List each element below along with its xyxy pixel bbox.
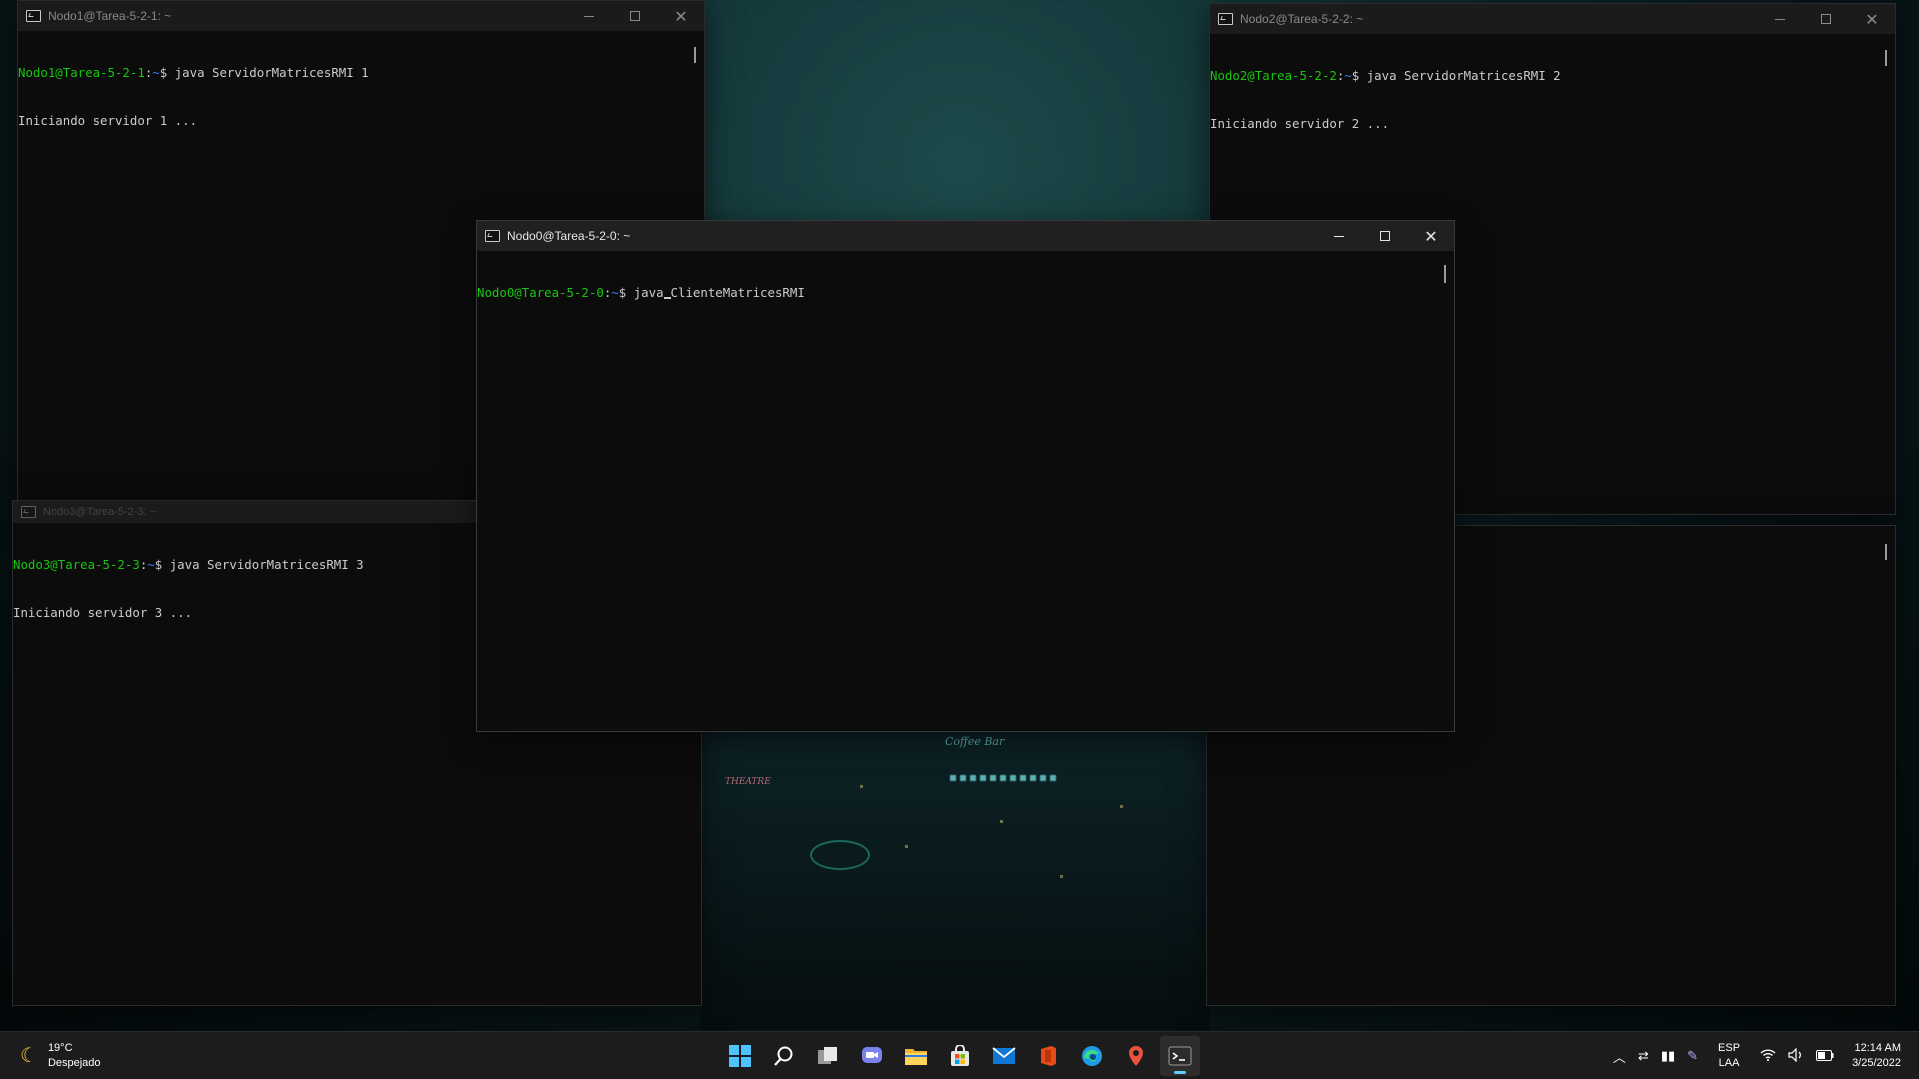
system-tray: ︿ ⇄ ▮▮ ✎ ESP LAA 12:14 AM 3/25/2022: [1607, 1032, 1919, 1079]
volume-icon[interactable]: [1788, 1047, 1804, 1065]
search-icon[interactable]: [764, 1036, 804, 1076]
minimize-button[interactable]: [1316, 221, 1362, 251]
maximize-button[interactable]: [612, 1, 658, 31]
prompt-path: ~: [147, 557, 155, 572]
output-line: Iniciando servidor 2 ...: [1210, 116, 1390, 131]
clock-date: 3/25/2022: [1852, 1057, 1901, 1069]
taskbar-apps: [720, 1032, 1200, 1079]
terminal-icon: [485, 230, 500, 242]
clock[interactable]: 12:14 AM 3/25/2022: [1852, 1041, 1901, 1071]
start-icon[interactable]: [720, 1036, 760, 1076]
window-title: Nodo2@Tarea-5-2-2: ~: [1240, 12, 1364, 26]
mail-icon[interactable]: [984, 1036, 1024, 1076]
pen-icon[interactable]: ✎: [1687, 1048, 1698, 1064]
command-text: java ServidorMatricesRMI 3: [169, 557, 364, 572]
command-text: java ServidorMatricesRMI 1: [174, 65, 369, 80]
window-title: Nodo3@Tarea-5-2-3: ~: [43, 506, 156, 518]
prompt-symbol: $: [1351, 68, 1367, 83]
title-bar[interactable]: Nodo1@Tarea-5-2-1: ~ ✕: [18, 1, 704, 31]
edge-icon[interactable]: [1072, 1036, 1112, 1076]
window-title: Nodo0@Tarea-5-2-0: ~: [507, 229, 631, 243]
wallpaper-sign-theatre: THEATRE: [725, 777, 771, 787]
weather-temperature: 19°C: [47, 1041, 73, 1054]
window-title: Nodo1@Tarea-5-2-1: ~: [48, 9, 172, 23]
command-text-part-1: java: [633, 285, 664, 300]
command-text: java ServidorMatricesRMI 2: [1366, 68, 1561, 83]
minimize-button[interactable]: [566, 1, 612, 31]
wifi-icon[interactable]: [1760, 1048, 1776, 1064]
close-button[interactable]: ✕: [658, 1, 704, 31]
moon-icon: ☾: [20, 1045, 38, 1067]
wallpaper-emblem: [810, 840, 870, 870]
prompt-user: Nodo1@Tarea-5-2-1: [18, 65, 145, 80]
title-bar[interactable]: Nodo0@Tarea-5-2-0: ~ ✕: [477, 221, 1454, 251]
taskbar: ☾ 19°C Despejado ︿ ⇄ ▮▮ ✎ ESP LAA 12:14 …: [0, 1031, 1919, 1079]
terminal-icon: [1218, 13, 1233, 25]
task-view-icon[interactable]: [808, 1036, 848, 1076]
terminal-input[interactable]: Nodo0@Tarea-5-2-0:~$ java ClienteMatrices…: [477, 251, 1436, 731]
store-icon[interactable]: [940, 1036, 980, 1076]
file-explorer-icon[interactable]: [896, 1036, 936, 1076]
prompt-path: ~: [152, 65, 160, 80]
command-text-part-2: ClienteMatricesRMI: [670, 285, 805, 300]
sync-icon[interactable]: ⇄: [1638, 1048, 1649, 1064]
chat-icon[interactable]: [852, 1036, 892, 1076]
prompt-user: Nodo2@Tarea-5-2-2: [1210, 68, 1337, 83]
prompt-user: Nodo0@Tarea-5-2-0: [477, 285, 604, 300]
minimize-button[interactable]: [1757, 4, 1803, 34]
wallpaper-sign-coffee-bar: Coffee Bar: [945, 735, 1005, 748]
chevron-up-icon[interactable]: ︿: [1613, 1047, 1626, 1066]
weather-widget[interactable]: ☾ 19°C Despejado: [20, 1041, 220, 1071]
weather-description: Despejado: [47, 1056, 101, 1069]
close-button[interactable]: ✕: [1849, 4, 1895, 34]
prompt-symbol: $: [618, 285, 634, 300]
terminal-icon[interactable]: [1160, 1036, 1200, 1076]
wallpaper-city: Coffee Bar THEATRE: [700, 725, 1210, 1030]
terminal-icon: [26, 10, 41, 22]
language-indicator[interactable]: ESP LAA: [1718, 1041, 1740, 1071]
terminal-icon: [21, 506, 36, 518]
close-button[interactable]: ✕: [1408, 221, 1454, 251]
language-code: ESP: [1718, 1042, 1741, 1054]
prompt-user: Nodo3@Tarea-5-2-3: [13, 557, 140, 572]
wallpaper-neon: [950, 775, 1060, 781]
prompt-path: ~: [1344, 68, 1352, 83]
terminal-window-nodo0[interactable]: Nodo0@Tarea-5-2-0: ~ ✕ Nodo0@Tarea-5-2-0…: [476, 220, 1455, 732]
scrollbar[interactable]: [1877, 526, 1895, 1005]
maps-icon[interactable]: [1116, 1036, 1156, 1076]
office-icon[interactable]: [1028, 1036, 1068, 1076]
battery-icon[interactable]: [1816, 1049, 1834, 1064]
clock-time: 12:14 AM: [1854, 1042, 1901, 1054]
text-cursor: [663, 297, 671, 299]
title-bar[interactable]: Nodo2@Tarea-5-2-2: ~ ✕: [1210, 4, 1895, 34]
output-line: Iniciando servidor 1 ...: [18, 113, 198, 128]
maximize-button[interactable]: [1362, 221, 1408, 251]
performance-icon[interactable]: ▮▮: [1661, 1048, 1675, 1064]
maximize-button[interactable]: [1803, 4, 1849, 34]
prompt-symbol: $: [154, 557, 170, 572]
keyboard-layout: LAA: [1718, 1057, 1740, 1069]
scrollbar[interactable]: [1436, 251, 1454, 731]
prompt-path: ~: [611, 285, 619, 300]
scrollbar[interactable]: [1877, 34, 1895, 514]
prompt-symbol: $: [159, 65, 175, 80]
